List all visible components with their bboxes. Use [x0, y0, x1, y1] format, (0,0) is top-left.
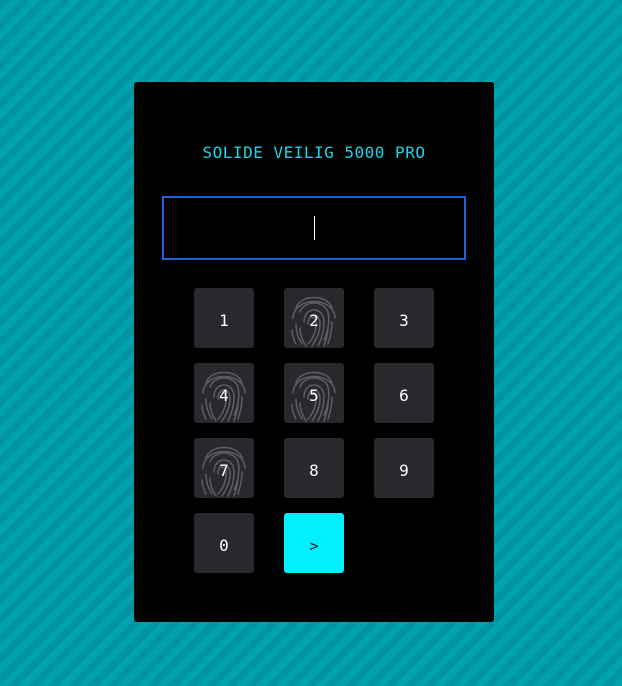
keypad-key-8[interactable]: 8: [284, 438, 344, 498]
keypad-key-label: 0: [219, 536, 229, 555]
enter-chevron-icon: >: [309, 537, 319, 555]
text-caret: [314, 216, 315, 240]
keypad-key-label: 8: [309, 461, 319, 480]
keypad-key-label: 1: [219, 311, 229, 330]
keypad-key-9[interactable]: 9: [374, 438, 434, 498]
keypad-key-label: 7: [219, 461, 229, 480]
app-title: SOLIDE VEILIG 5000 PRO: [202, 143, 426, 162]
keypad-key-label: 2: [309, 311, 319, 330]
keypad-key-label: 6: [399, 386, 409, 405]
keypad-key-label: 4: [219, 386, 229, 405]
keypad-key-0[interactable]: 0: [194, 513, 254, 573]
keypad-key-1[interactable]: 1: [194, 288, 254, 348]
keypad-key-label: 5: [309, 386, 319, 405]
keypad-key-7[interactable]: 7: [194, 438, 254, 498]
pin-display[interactable]: [162, 196, 466, 260]
keypad-key-6[interactable]: 6: [374, 363, 434, 423]
keypad-key-label: 3: [399, 311, 409, 330]
keypad-key-5[interactable]: 5: [284, 363, 344, 423]
keypad-key-label: 9: [399, 461, 409, 480]
keypad-key-2[interactable]: 2: [284, 288, 344, 348]
lock-panel: SOLIDE VEILIG 5000 PRO 1 2 3 4 5 6 7 8 9…: [134, 82, 494, 622]
enter-button[interactable]: >: [284, 513, 344, 573]
keypad-key-3[interactable]: 3: [374, 288, 434, 348]
keypad-key-4[interactable]: 4: [194, 363, 254, 423]
